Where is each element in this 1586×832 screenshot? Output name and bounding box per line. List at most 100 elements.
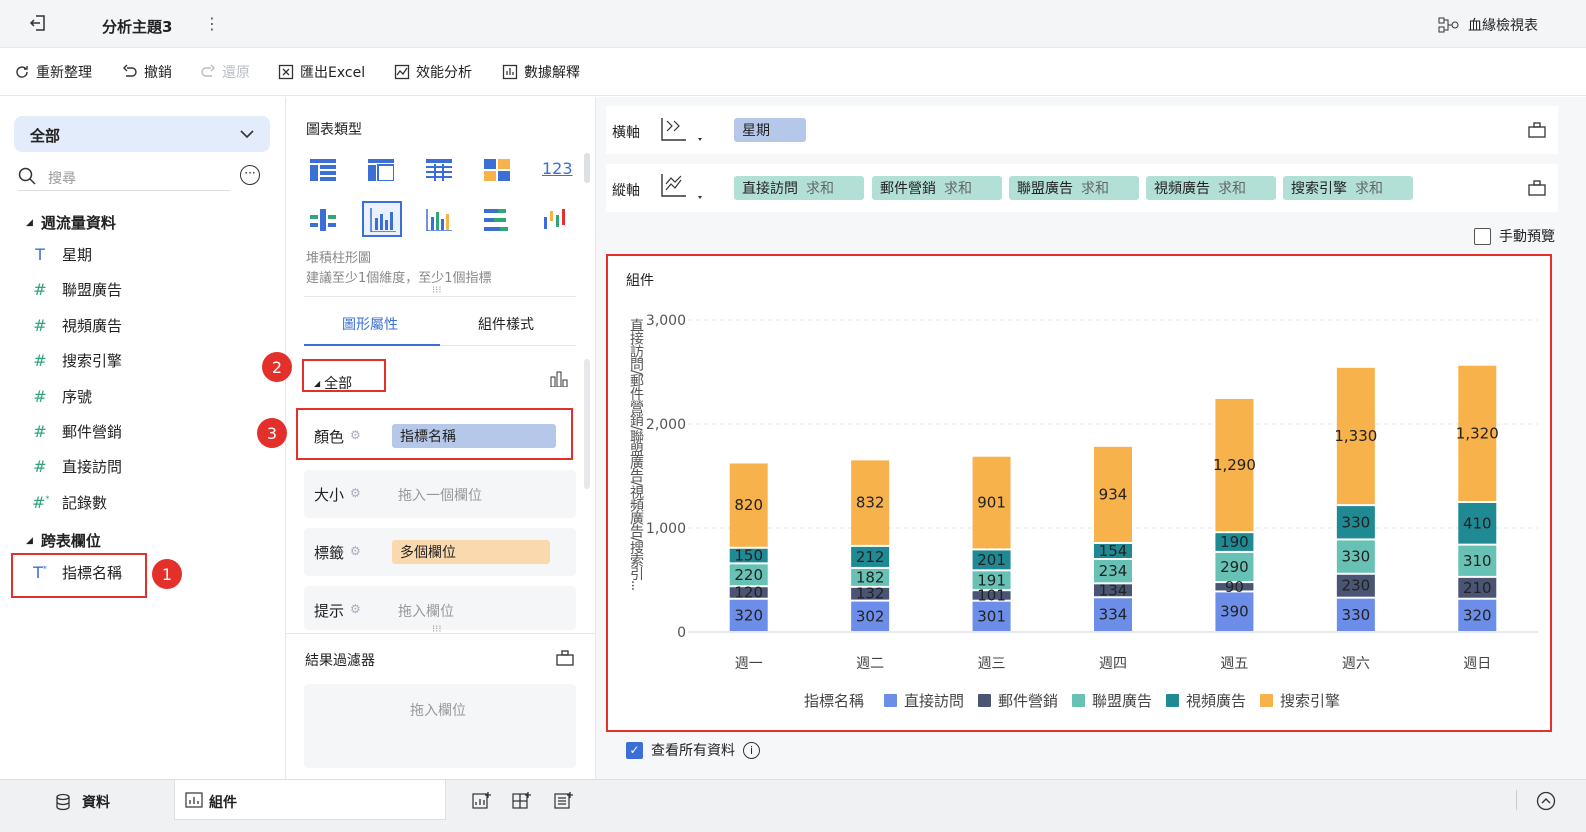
refresh-label: 重新整理	[36, 65, 92, 81]
data-explain-icon	[502, 64, 518, 80]
chip-label: 視頻廣告	[1154, 181, 1210, 197]
label-field-chip[interactable]: 多個欄位	[392, 540, 550, 564]
refresh-icon	[16, 66, 28, 78]
stacked-bar-type-selected[interactable]	[362, 201, 402, 237]
search-input[interactable]: 搜尋	[18, 165, 230, 191]
exit-icon[interactable]	[28, 13, 48, 33]
add-report-icon[interactable]	[554, 791, 574, 811]
bar-chart-icon[interactable]	[426, 209, 452, 231]
kpi-icon[interactable]: 123	[542, 159, 573, 178]
filter-drop-zone[interactable]: 拖入欄位	[304, 684, 576, 768]
x-tick-label: 週四	[1099, 656, 1127, 672]
data-label: 132	[856, 585, 885, 603]
chip-agg: 求和	[806, 181, 834, 197]
lineage-button[interactable]: 血緣檢視表	[1438, 15, 1538, 35]
axis-settings-icon[interactable]	[1528, 180, 1546, 196]
view-all-data-toggle[interactable]: ✓ 查看所有資料 i	[626, 740, 760, 760]
result-filter-title: 結果過濾器	[305, 653, 375, 669]
data-label: 191	[977, 571, 1006, 589]
number-field-icon: #	[33, 316, 47, 335]
x-tick-label: 週五	[1220, 656, 1248, 672]
field-direct-visit[interactable]: # 直接訪問	[32, 456, 122, 477]
detail-table-icon[interactable]	[426, 159, 452, 181]
more-menu-icon[interactable]: ⋮	[204, 14, 220, 33]
resize-handle-icon[interactable]: ⁝⁝⁝	[432, 285, 442, 296]
data-label: 150	[734, 547, 763, 565]
y-axis-icon[interactable]	[660, 172, 706, 204]
cross-table-icon[interactable]	[368, 159, 394, 181]
field-video-ads[interactable]: # 視頻廣告	[32, 315, 122, 336]
label-property-row[interactable]: 標籤 ⚙ 多個欄位	[304, 528, 576, 576]
export-excel-button[interactable]: 匯出Excel	[278, 62, 365, 82]
field-search-engine[interactable]: # 搜索引擎	[32, 350, 122, 371]
group-weekly-traffic[interactable]: ◢ 週流量資料	[26, 212, 116, 233]
field-email-marketing[interactable]: # 郵件營銷	[32, 421, 122, 442]
chip-label: 星期	[742, 123, 770, 139]
group-label: 跨表欄位	[40, 532, 101, 550]
chart-switch-icon[interactable]	[550, 371, 568, 387]
number-field-icon: #	[33, 351, 47, 370]
x-axis-shelf[interactable]: 橫軸 星期	[606, 106, 1558, 154]
number-field-icon: #	[33, 387, 47, 406]
y-axis-chip-direct[interactable]: 直接訪問 求和	[734, 176, 864, 200]
group-cross-table[interactable]: ◢ 跨表欄位	[26, 530, 101, 551]
collapse-up-icon[interactable]	[1536, 791, 1556, 811]
explain-button[interactable]: 數據解釋	[502, 62, 580, 82]
y-axis-chip-email[interactable]: 郵件營銷 求和	[872, 176, 1002, 200]
info-icon[interactable]: i	[743, 741, 760, 759]
data-label: 290	[1220, 558, 1249, 576]
y-axis-chip-search[interactable]: 搜索引擎 求和	[1283, 176, 1413, 200]
more-options-icon[interactable]: ···	[240, 165, 260, 185]
data-label: 1,320	[1456, 424, 1499, 442]
y-axis-shelf[interactable]: 縱軸 直接訪問 求和 郵件營銷 求和 聯盟廣告 求和 視頻廣告 求和 搜索引擎 求和	[606, 164, 1558, 212]
data-label: 1,330	[1334, 427, 1377, 445]
manual-preview-label: 手動預覽	[1499, 229, 1555, 245]
field-alliance-ads[interactable]: # 聯盟廣告	[32, 279, 122, 300]
data-label: 330	[1342, 548, 1371, 566]
tab-graph-properties[interactable]: 圖形屬性	[342, 314, 398, 334]
y-axis-chip-video[interactable]: 視頻廣告 求和	[1146, 176, 1276, 200]
redo-button[interactable]: 還原	[200, 62, 250, 82]
field-weekday[interactable]: T 星期	[32, 244, 92, 265]
range-bar-icon[interactable]	[542, 209, 568, 231]
tab-component[interactable]: 組件	[174, 780, 446, 820]
tab-component-style[interactable]: 組件樣式	[478, 314, 534, 334]
field-serial-no[interactable]: # 序號	[32, 386, 92, 407]
gear-icon[interactable]: ⚙	[350, 544, 361, 558]
gear-icon[interactable]: ⚙	[350, 602, 361, 616]
checkbox-checked-icon[interactable]: ✓	[626, 741, 643, 759]
x-tick-label: 週一	[735, 656, 763, 672]
refresh-button[interactable]: 重新整理	[14, 62, 92, 82]
table-selector[interactable]: 全部	[14, 116, 270, 152]
add-dashboard-icon[interactable]	[512, 791, 532, 811]
stacked-bar-chart: 0 1,000 2,000 3,000直接訪問/郵件營銷/聯盟廣告/視頻廣告/搜索引.…	[628, 313, 1538, 710]
filter-settings-icon[interactable]	[556, 650, 574, 666]
field-record-count[interactable]: #* 記錄數	[32, 492, 107, 513]
x-axis-field-chip[interactable]: 星期	[734, 118, 806, 142]
data-label: 220	[734, 566, 763, 584]
undo-button[interactable]: 撤銷	[122, 62, 172, 82]
data-label: 301	[977, 607, 1006, 625]
tab-data-label: 資料	[82, 795, 110, 811]
chip-agg: 求和	[1081, 181, 1109, 197]
tab-data[interactable]: 資料	[54, 792, 110, 812]
scrollbar[interactable]	[584, 359, 590, 489]
axis-settings-icon[interactable]	[1528, 122, 1546, 138]
x-axis-icon[interactable]	[660, 116, 706, 146]
manual-preview-toggle[interactable]: 手動預覽	[1474, 226, 1555, 246]
scrollbar[interactable]	[584, 153, 590, 183]
horizontal-bar-icon[interactable]	[484, 209, 510, 231]
table-chart-icon[interactable]	[310, 159, 336, 181]
y-axis-chip-alliance[interactable]: 聯盟廣告 求和	[1009, 176, 1139, 200]
size-property-row[interactable]: 大小 ⚙ 拖入一個欄位	[304, 470, 576, 518]
x-tick-label: 週二	[856, 656, 884, 672]
data-label: 302	[856, 607, 885, 625]
add-component-icon[interactable]	[472, 791, 492, 811]
gear-icon[interactable]: ⚙	[350, 486, 361, 500]
highlight-box-2	[302, 359, 386, 392]
grouped-table-icon[interactable]	[310, 209, 336, 231]
performance-button[interactable]: 效能分析	[394, 62, 472, 82]
checkbox[interactable]	[1474, 227, 1491, 245]
divider	[304, 296, 576, 297]
pivot-icon[interactable]	[484, 159, 510, 181]
